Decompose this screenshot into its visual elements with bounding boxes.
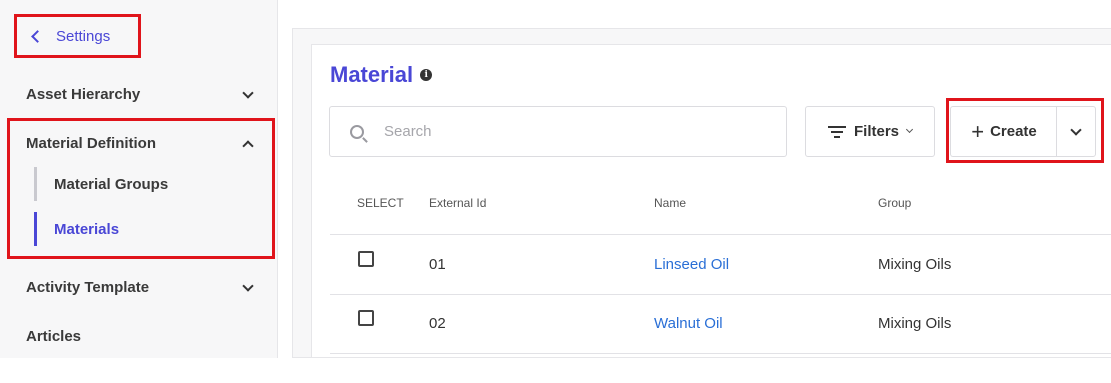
divider [330, 234, 1111, 235]
search-input[interactable] [384, 123, 764, 140]
sidebar-item-label: Asset Hierarchy [26, 86, 141, 103]
filters-label: Filters [853, 123, 899, 140]
column-header-name[interactable]: Name [654, 196, 686, 210]
divider [330, 353, 1111, 354]
page-title: Material i [330, 62, 433, 88]
search-icon [350, 124, 364, 139]
cell-name-link[interactable]: Linseed Oil [654, 256, 729, 273]
cell-name-link[interactable]: Walnut Oil [654, 315, 723, 332]
sidebar: Settings Asset Hierarchy Material Defini… [0, 0, 278, 358]
chevron-down-icon [905, 125, 914, 134]
sidebar-item-material-definition[interactable]: Material Definition [26, 135, 258, 152]
chevron-down-icon [1070, 123, 1082, 136]
sidebar-item-activity-template[interactable]: Activity Template [26, 279, 258, 296]
sidebar-subitem-materials[interactable]: Materials [34, 212, 234, 246]
cell-group: Mixing Oils [878, 315, 952, 332]
create-button[interactable]: + Create [950, 106, 1057, 157]
sidebar-item-label: Activity Template [26, 279, 150, 296]
sidebar-item-label: Articles [26, 328, 82, 345]
create-dropdown-button[interactable] [1056, 106, 1096, 157]
page-title-text: Material [330, 62, 414, 87]
sidebar-subitem-material-groups[interactable]: Material Groups [34, 167, 234, 201]
sidebar-item-label: Material Definition [26, 135, 157, 152]
chevron-down-icon [242, 86, 254, 99]
info-icon[interactable]: i [420, 69, 433, 81]
plus-icon: + [971, 118, 985, 144]
chevron-up-icon [242, 139, 254, 152]
filters-button[interactable]: Filters [805, 106, 935, 157]
sidebar-item-asset-hierarchy[interactable]: Asset Hierarchy [26, 86, 258, 103]
divider [330, 294, 1111, 295]
column-header-external-id[interactable]: External Id [429, 196, 486, 210]
cell-external-id: 01 [429, 256, 446, 273]
sidebar-subitem-label: Materials [54, 220, 120, 238]
create-label: Create [990, 123, 1037, 140]
cell-group: Mixing Oils [878, 256, 952, 273]
row-select-checkbox[interactable] [358, 310, 374, 326]
chevron-down-icon [242, 279, 254, 292]
column-header-select: SELECT [357, 196, 404, 210]
column-header-group[interactable]: Group [878, 196, 911, 210]
back-link-label: Settings [56, 27, 111, 45]
sidebar-subitem-label: Material Groups [54, 175, 169, 193]
chevron-left-icon [31, 30, 44, 43]
filter-icon [827, 125, 846, 138]
back-to-settings-link[interactable]: Settings [14, 14, 141, 58]
row-select-checkbox[interactable] [358, 251, 374, 267]
cell-external-id: 02 [429, 315, 446, 332]
search-box[interactable] [329, 106, 787, 157]
sidebar-item-articles[interactable]: Articles [26, 328, 258, 345]
